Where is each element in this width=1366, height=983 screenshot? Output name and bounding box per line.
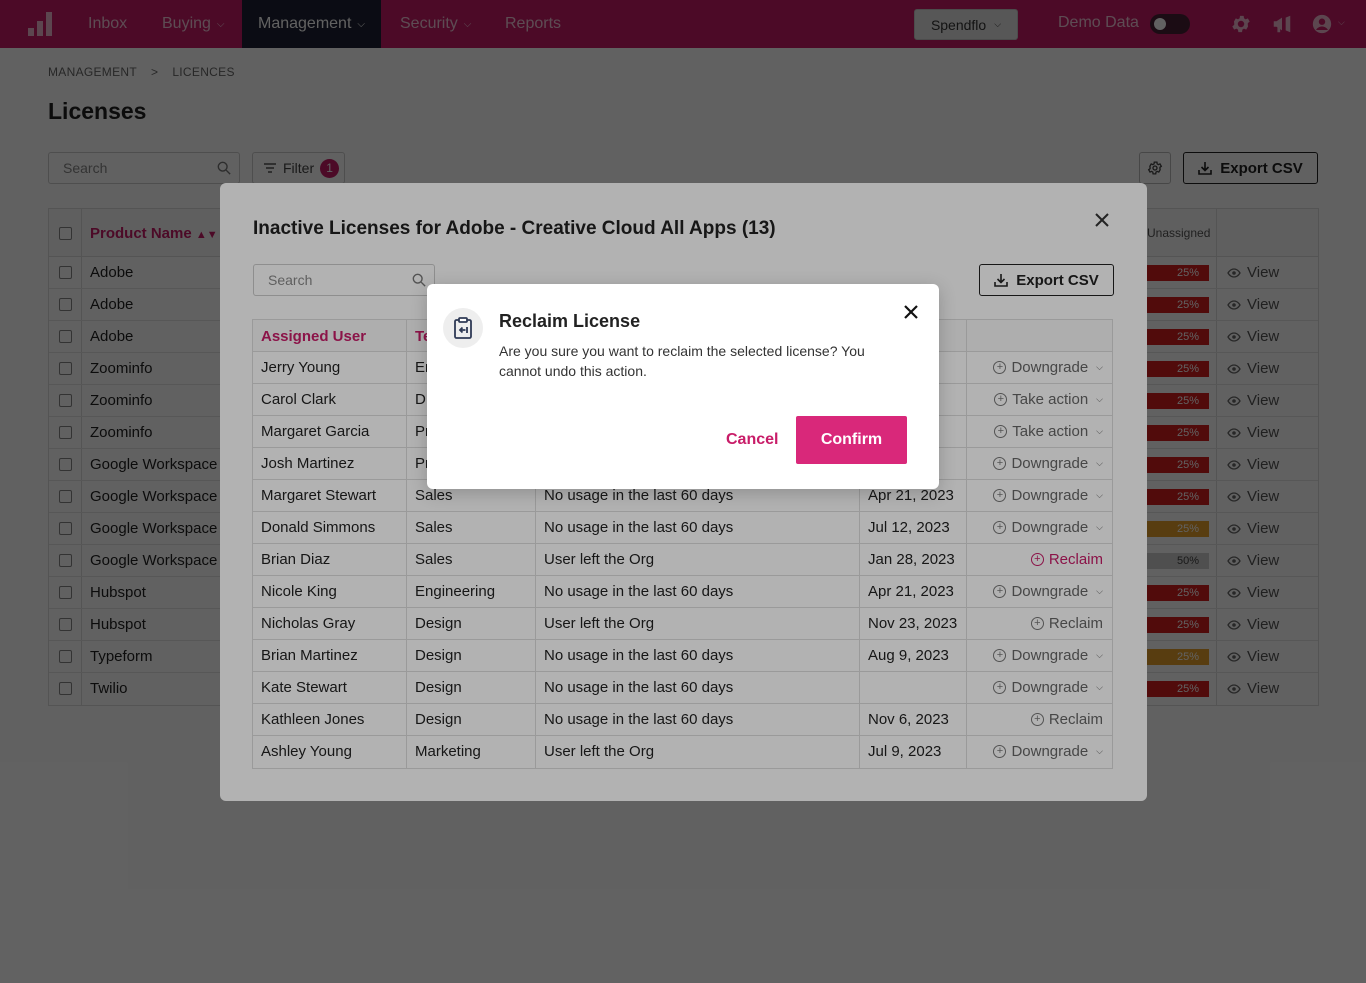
dialog-backdrop[interactable]	[0, 0, 1366, 983]
confirm-button[interactable]: Confirm	[796, 416, 907, 464]
reclaim-license-dialog: Reclaim License Are you sure you want to…	[427, 284, 939, 489]
dialog-icon-container	[443, 308, 483, 348]
cancel-button[interactable]: Cancel	[726, 431, 778, 449]
close-icon[interactable]	[903, 304, 919, 320]
dialog-title: Reclaim License	[499, 311, 641, 331]
dialog-message: Are you sure you want to reclaim the sel…	[499, 343, 865, 379]
reclaim-clipboard-icon	[454, 317, 472, 339]
